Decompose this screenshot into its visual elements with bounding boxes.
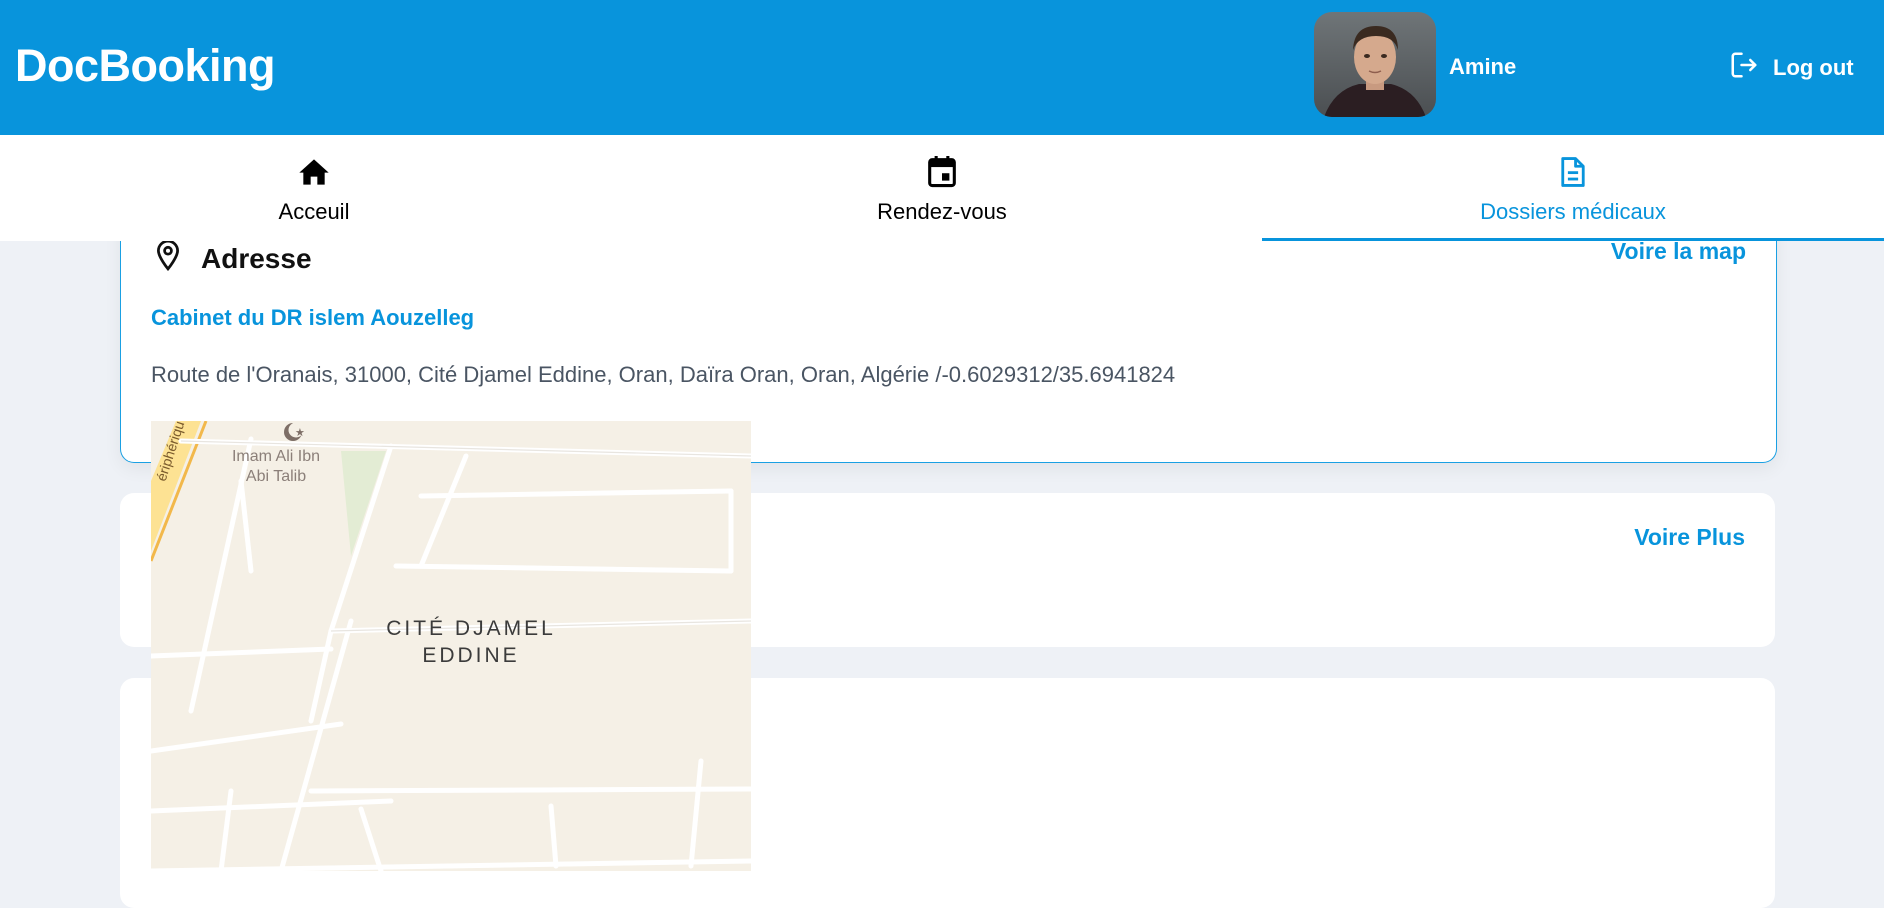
address-heading: Adresse — [155, 239, 312, 278]
poi-label-line2: Abi Talib — [245, 468, 307, 485]
cabinet-name: Cabinet du DR islem Aouzelleg — [151, 305, 475, 330]
avatar[interactable] — [1314, 12, 1436, 117]
tab-rendez-vous[interactable]: Rendez-vous — [628, 135, 1256, 241]
logout-button[interactable]: Log out — [1729, 50, 1854, 86]
tab-acceuil-label: Acceuil — [278, 199, 350, 224]
view-map-link[interactable]: Voire la map — [1611, 238, 1746, 265]
address-text: Route de l'Oranais, 31000, Cité Djamel E… — [151, 362, 1176, 387]
poi-label: Imam Ali Ibn Abi Talib — [221, 447, 331, 487]
logout-icon — [1729, 50, 1759, 86]
map-view[interactable]: ériphériqu ★ Imam Ali Ibn Abi Talib CITÉ… — [151, 421, 751, 871]
district-label-line1: CITÉ DJAMEL — [386, 617, 556, 640]
poi-label-line1: Imam Ali Ibn — [231, 448, 321, 465]
tab-dossiers-medicaux[interactable]: Dossiers médicaux — [1262, 135, 1884, 241]
address-title: Adresse — [201, 242, 312, 274]
user-name[interactable]: Amine — [1449, 54, 1516, 80]
district-label-line2: EDDINE — [422, 644, 520, 667]
view-more-link[interactable]: Voire Plus — [1634, 524, 1745, 551]
document-icon — [1560, 157, 1586, 187]
location-pin-icon — [155, 239, 181, 278]
district-label: CITÉ DJAMEL EDDINE — [371, 615, 571, 669]
brand-logo[interactable]: DocBooking — [15, 40, 276, 92]
home-icon — [298, 157, 330, 187]
calendar-icon — [927, 156, 957, 188]
tab-dossiers-medicaux-label: Dossiers médicaux — [1480, 199, 1666, 224]
logout-label: Log out — [1773, 55, 1854, 80]
svg-text:★: ★ — [295, 426, 305, 439]
tab-rendez-vous-label: Rendez-vous — [877, 199, 1007, 224]
app-header: DocBooking Amine Log out — [0, 0, 1884, 135]
tab-acceuil[interactable]: Acceuil — [0, 135, 628, 241]
main-nav: Acceuil Rendez-vous Dossiers médicaux — [0, 135, 1884, 241]
